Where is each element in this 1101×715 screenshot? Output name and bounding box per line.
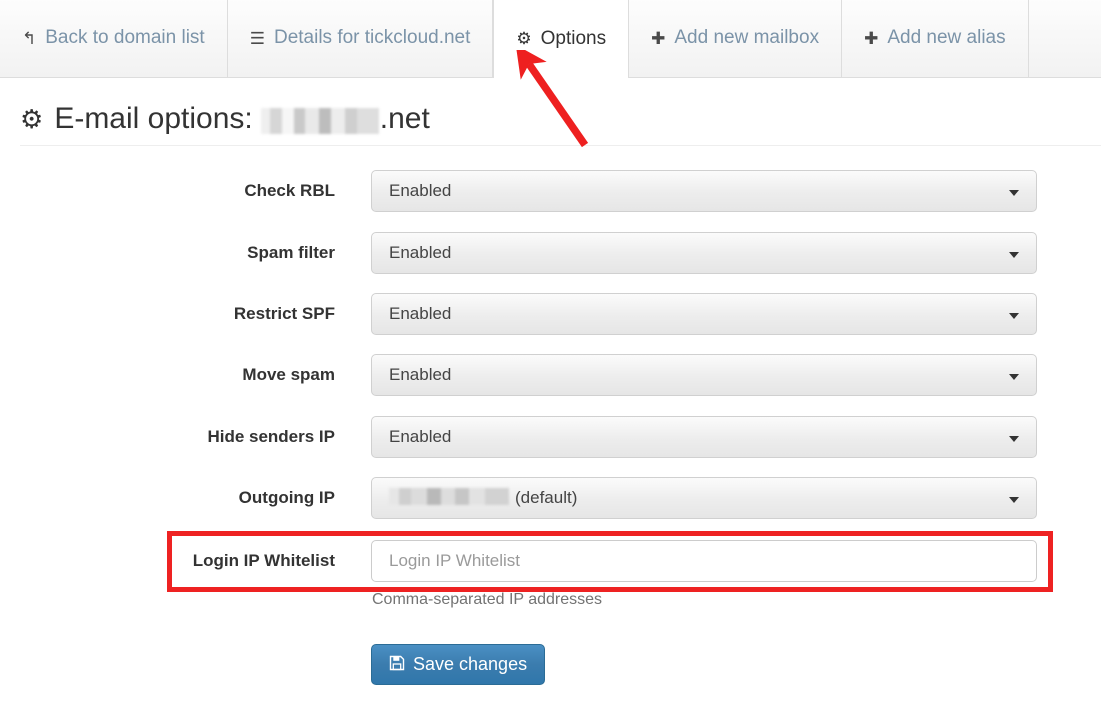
plus-icon: ✚: [864, 28, 879, 48]
select-value: Enabled: [389, 243, 452, 262]
tab-label: Details for tickcloud.net: [273, 27, 471, 48]
tab-add-new-alias[interactable]: ✚ Add new alias: [842, 0, 1029, 77]
plus-icon: ✚: [651, 28, 666, 48]
form-row-spam-filter: Spam filter Enabled: [0, 232, 1101, 274]
redacted-ip-address: [389, 488, 509, 505]
label-spam-filter: Spam filter: [247, 243, 335, 262]
chevron-down-icon: [1009, 190, 1019, 196]
list-icon: ☰: [249, 28, 265, 48]
tab-options[interactable]: ⚙ Options: [493, 0, 630, 78]
page-title-text: E-mail options:: [54, 102, 253, 135]
chevron-down-icon: [1009, 252, 1019, 258]
back-arrow-icon: ↰: [22, 28, 37, 48]
tab-label: Back to domain list: [45, 27, 205, 48]
select-value: Enabled: [389, 304, 452, 323]
form-row-restrict-spf: Restrict SPF Enabled: [0, 293, 1101, 335]
select-check-rbl[interactable]: Enabled: [371, 170, 1037, 212]
chevron-down-icon: [1009, 497, 1019, 503]
tab-details-for-domain[interactable]: ☰ Details for tickcloud.net: [227, 0, 494, 77]
select-hide-senders-ip[interactable]: Enabled: [371, 416, 1037, 458]
chevron-down-icon: [1009, 313, 1019, 319]
redacted-domain-name: [260, 107, 379, 134]
select-value: Enabled: [389, 365, 452, 384]
tab-label: Options: [540, 27, 607, 49]
login-ip-whitelist-input[interactable]: Login IP Whitelist: [371, 540, 1037, 582]
label-move-spam: Move spam: [242, 365, 335, 384]
save-button-label: Save changes: [413, 654, 528, 674]
label-restrict-spf: Restrict SPF: [233, 304, 335, 323]
page-title: ⚙ E-mail options: .net: [20, 102, 430, 136]
form-row-hide-senders-ip: Hide senders IP Enabled: [0, 416, 1101, 458]
input-placeholder: Login IP Whitelist: [389, 551, 521, 570]
label-hide-senders-ip: Hide senders IP: [207, 427, 335, 446]
tab-label: Add new alias: [887, 27, 1006, 48]
tab-bar-filler: [1028, 0, 1101, 77]
gear-icon: ⚙: [20, 104, 44, 134]
select-value: Enabled: [389, 427, 452, 446]
save-floppy-icon: [389, 655, 405, 675]
select-restrict-spf[interactable]: Enabled: [371, 293, 1037, 335]
save-changes-button[interactable]: Save changes: [371, 644, 546, 685]
login-ip-whitelist-help: Comma-separated IP addresses: [372, 591, 603, 608]
select-outgoing-ip[interactable]: (default): [371, 477, 1037, 519]
form-row-check-rbl: Check RBL Enabled: [0, 170, 1101, 212]
domain-suffix: .net: [379, 102, 430, 135]
select-spam-filter[interactable]: Enabled: [371, 232, 1037, 274]
label-outgoing-ip: Outgoing IP: [238, 488, 335, 507]
select-move-spam[interactable]: Enabled: [371, 354, 1037, 396]
gear-icon: ⚙: [516, 29, 532, 48]
chevron-down-icon: [1009, 374, 1019, 380]
title-divider: [20, 145, 1101, 146]
select-value: Enabled: [389, 181, 452, 200]
chevron-down-icon: [1009, 436, 1019, 442]
tab-back-to-domain-list[interactable]: ↰ Back to domain list: [0, 0, 228, 77]
select-value: (default): [515, 488, 578, 507]
tab-add-new-mailbox[interactable]: ✚ Add new mailbox: [629, 0, 843, 77]
form-row-move-spam: Move spam Enabled: [0, 354, 1101, 396]
tab-bar: ↰ Back to domain list ☰ Details for tick…: [0, 0, 1101, 78]
label-check-rbl: Check RBL: [244, 181, 335, 200]
form-row-outgoing-ip: Outgoing IP (default): [0, 477, 1101, 519]
tab-label: Add new mailbox: [674, 27, 820, 48]
